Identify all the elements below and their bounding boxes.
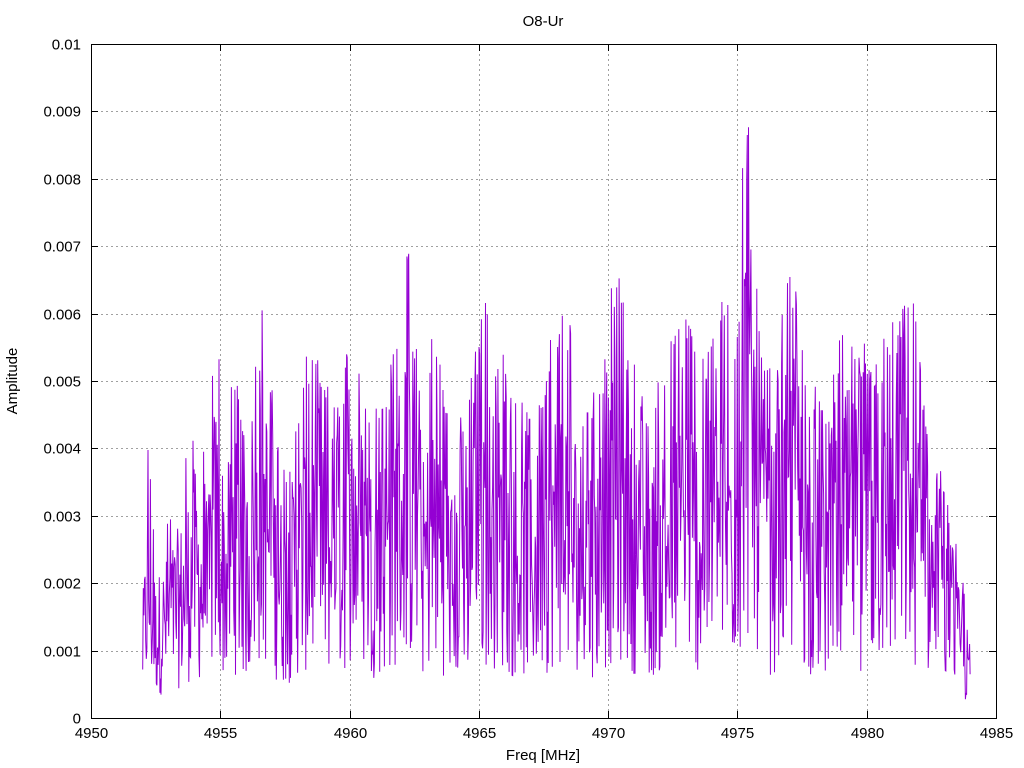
chart-title: O8-Ur [523, 13, 564, 30]
x-tick-label: 4950 [75, 725, 108, 742]
x-tick-label: 4980 [851, 725, 884, 742]
y-tick-label: 0.006 [43, 307, 81, 324]
x-tick-label: 4965 [463, 725, 496, 742]
y-tick-label: 0.005 [43, 374, 81, 391]
x-tick-label: 4985 [980, 725, 1013, 742]
y-tick-label: 0.008 [43, 172, 81, 189]
x-axis-label: Freq [MHz] [506, 747, 580, 764]
y-tick-label: 0.01 [52, 37, 81, 54]
y-axis-label: Amplitude [4, 348, 21, 415]
spectrum-trace [142, 127, 971, 700]
x-tick-labels: 4950 4955 4960 4965 4970 4975 4980 4985 [75, 725, 1013, 742]
x-tick-label: 4970 [592, 725, 625, 742]
y-tick-label: 0.003 [43, 509, 81, 526]
chart: 4950 4955 4960 4965 4970 4975 4980 4985 00.0010… [4, 13, 1013, 764]
y-tick-label: 0.004 [43, 441, 81, 458]
y-tick-label: 0 [73, 711, 81, 728]
y-tick-label: 0.002 [43, 576, 81, 593]
y-tick-labels: 0 0.001 0.002 0.003 0.004 0.005 0.006 0.007 0.00… [43, 37, 81, 728]
y-tick-label: 0.009 [43, 104, 81, 121]
series-line [142, 127, 971, 700]
x-tick-label: 4960 [334, 725, 367, 742]
x-tick-label: 4955 [204, 725, 237, 742]
y-tick-label: 0.001 [43, 644, 81, 661]
x-tick-label: 4975 [721, 725, 754, 742]
y-tick-label: 0.007 [43, 239, 81, 256]
